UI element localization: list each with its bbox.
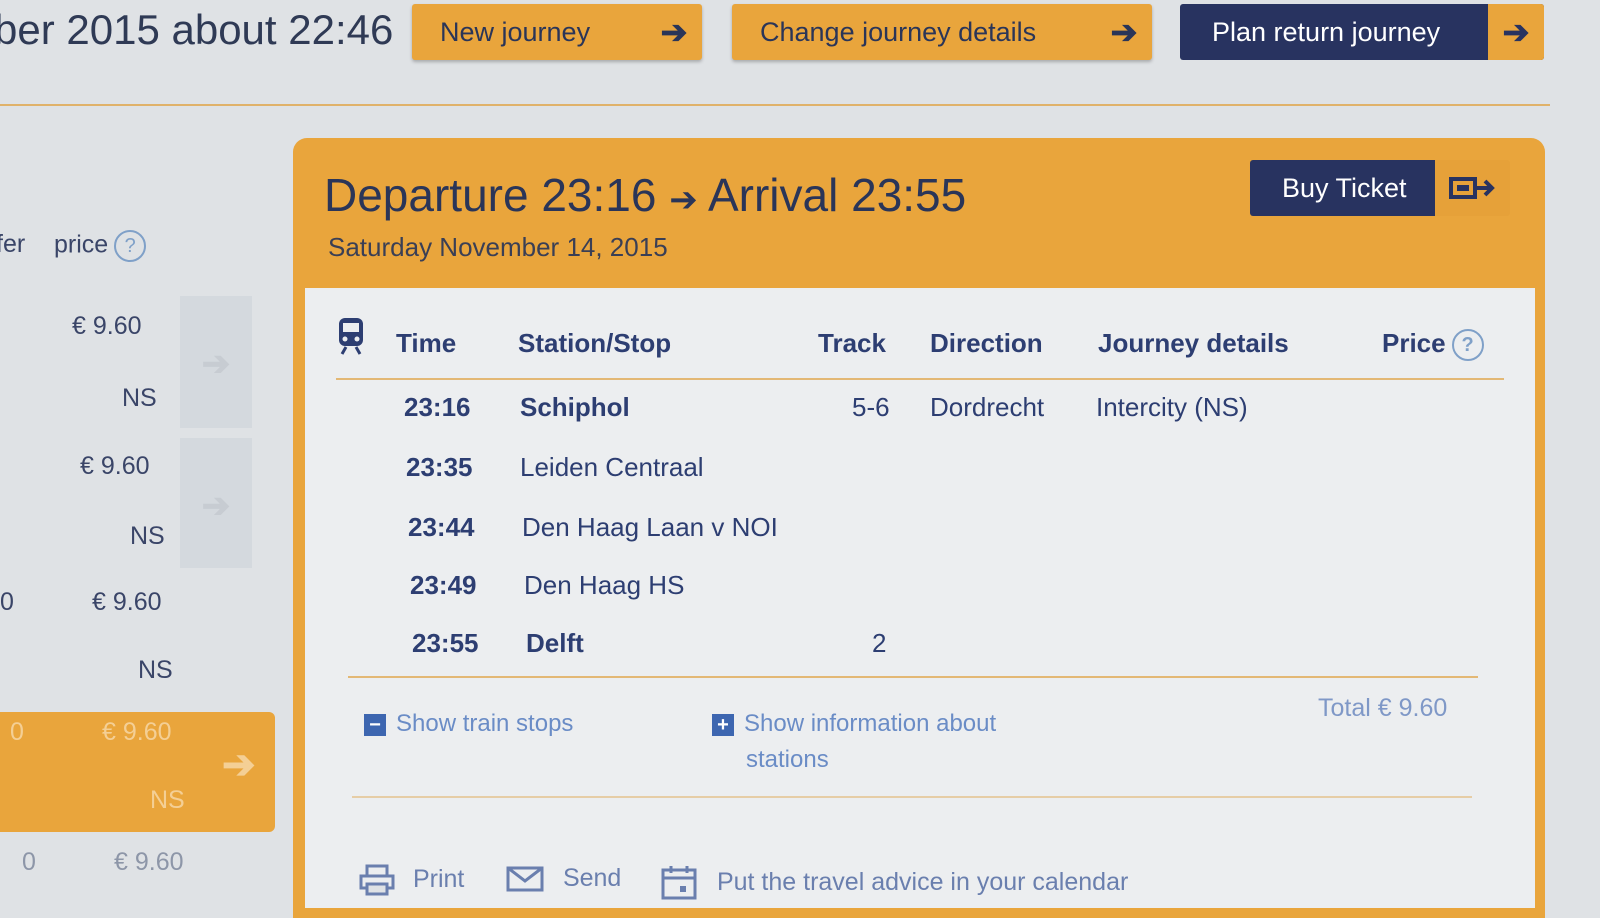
change-journey-details-button[interactable]: Change journey details ➔ — [732, 4, 1152, 60]
divider — [348, 676, 1478, 678]
show-train-stops-link[interactable]: − Show train stops — [364, 710, 573, 738]
journey-title: Departure 23:16 ➔ Arrival 23:55 — [324, 168, 966, 222]
column-header-price-label: price — [54, 230, 109, 259]
arrow-right-icon: ➔ — [201, 487, 231, 525]
send-label: Send — [562, 864, 622, 892]
column-header-transfers: fer — [0, 230, 26, 258]
arrow-right-icon: ➔ — [222, 743, 256, 787]
option-select-arrow[interactable]: ➔ — [180, 438, 252, 568]
printer-icon — [358, 864, 396, 896]
option-carrier: NS — [130, 522, 165, 550]
send-link[interactable]: Send — [506, 864, 621, 893]
stop-station: Delft — [526, 628, 584, 658]
column-header-journey-details: Journey details — [1098, 328, 1289, 358]
option-price: € 9.60 — [80, 452, 150, 480]
add-to-calendar-label: Put the travel advice in your calendar — [716, 867, 1129, 896]
help-icon[interactable]: ? — [114, 230, 147, 262]
help-icon[interactable]: ? — [1451, 329, 1484, 362]
calendar-icon — [660, 866, 698, 900]
column-header-price: price? — [54, 230, 147, 262]
stop-direction: Dordrecht — [930, 392, 1045, 422]
change-journey-details-label: Change journey details — [760, 16, 1037, 47]
new-journey-label: New journey — [440, 16, 591, 47]
stop-time: 23:55 — [412, 628, 479, 658]
ticket-arrow-icon — [1434, 160, 1510, 216]
column-header-track: Track — [818, 328, 886, 358]
add-to-calendar-link[interactable]: Put the travel advice in your calendar — [660, 864, 1128, 902]
collapse-icon: − — [364, 713, 386, 736]
arrow-right-icon: ➔ — [1110, 14, 1138, 50]
divider — [352, 796, 1472, 798]
option-carrier: NS — [122, 384, 157, 412]
stop-time: 23:44 — [408, 512, 475, 542]
option-select-arrow[interactable]: ➔ — [180, 296, 252, 428]
expand-icon: + — [712, 713, 734, 736]
option-price: € 9.60 — [92, 588, 162, 616]
option-transfers: 0 — [10, 718, 24, 746]
stop-journey-details: Intercity (NS) — [1096, 392, 1248, 422]
stop-station: Den Haag Laan v NOI — [522, 512, 778, 542]
option-carrier: NS — [150, 786, 185, 814]
plan-return-journey-button[interactable]: Plan return journey ➔ — [1180, 4, 1544, 60]
arrival-time: Arrival 23:55 — [707, 169, 967, 221]
stop-track: 2 — [872, 628, 887, 658]
option-price: € 9.60 — [114, 848, 184, 876]
buy-ticket-button[interactable]: Buy Ticket — [1250, 160, 1510, 216]
stop-track: 5-6 — [852, 392, 890, 422]
stop-time: 23:49 — [410, 570, 477, 600]
divider — [0, 104, 1550, 106]
arrow-right-icon: ➔ — [669, 181, 698, 219]
option-price: € 9.60 — [72, 312, 142, 340]
plan-return-journey-label: Plan return journey — [1212, 16, 1441, 47]
column-header-direction: Direction — [930, 328, 1043, 358]
page-title-fragment: ber 2015 about 22:46 — [0, 6, 394, 53]
show-station-info-link[interactable]: + Show information about stations — [712, 710, 996, 774]
journey-date: Saturday November 14, 2015 — [328, 232, 668, 262]
show-station-info-label: Show information about — [744, 710, 997, 737]
stop-time: 23:16 — [404, 392, 471, 422]
column-header-time: Time — [396, 328, 457, 358]
new-journey-button[interactable]: New journey ➔ — [412, 4, 702, 60]
print-label: Print — [412, 864, 465, 893]
show-train-stops-label: Show train stops — [396, 710, 574, 737]
option-transfers: 0 — [0, 588, 14, 616]
buy-ticket-label: Buy Ticket — [1250, 160, 1435, 216]
stop-station: Den Haag HS — [524, 570, 685, 600]
print-link[interactable]: Print — [358, 864, 464, 896]
arrow-right-icon: ➔ — [1488, 4, 1544, 60]
divider — [336, 378, 1504, 380]
envelope-icon — [506, 864, 544, 892]
train-icon — [336, 316, 366, 361]
option-carrier: NS — [138, 656, 173, 684]
stop-station: Schiphol — [520, 392, 630, 422]
show-station-info-label-2: stations — [746, 746, 829, 773]
total-price: Total € 9.60 — [1318, 694, 1448, 722]
journey-panel-body — [305, 288, 1535, 908]
column-header-price: Price? — [1382, 328, 1484, 362]
option-transfers: 0 — [22, 848, 36, 876]
column-header-station: Station/Stop — [518, 328, 672, 358]
option-price: € 9.60 — [102, 718, 172, 746]
column-header-price-label: Price — [1382, 328, 1446, 358]
departure-time: Departure 23:16 — [324, 169, 657, 221]
stop-station: Leiden Centraal — [520, 452, 704, 482]
arrow-right-icon: ➔ — [660, 14, 688, 50]
stop-time: 23:35 — [406, 452, 473, 482]
arrow-right-icon: ➔ — [201, 345, 231, 383]
